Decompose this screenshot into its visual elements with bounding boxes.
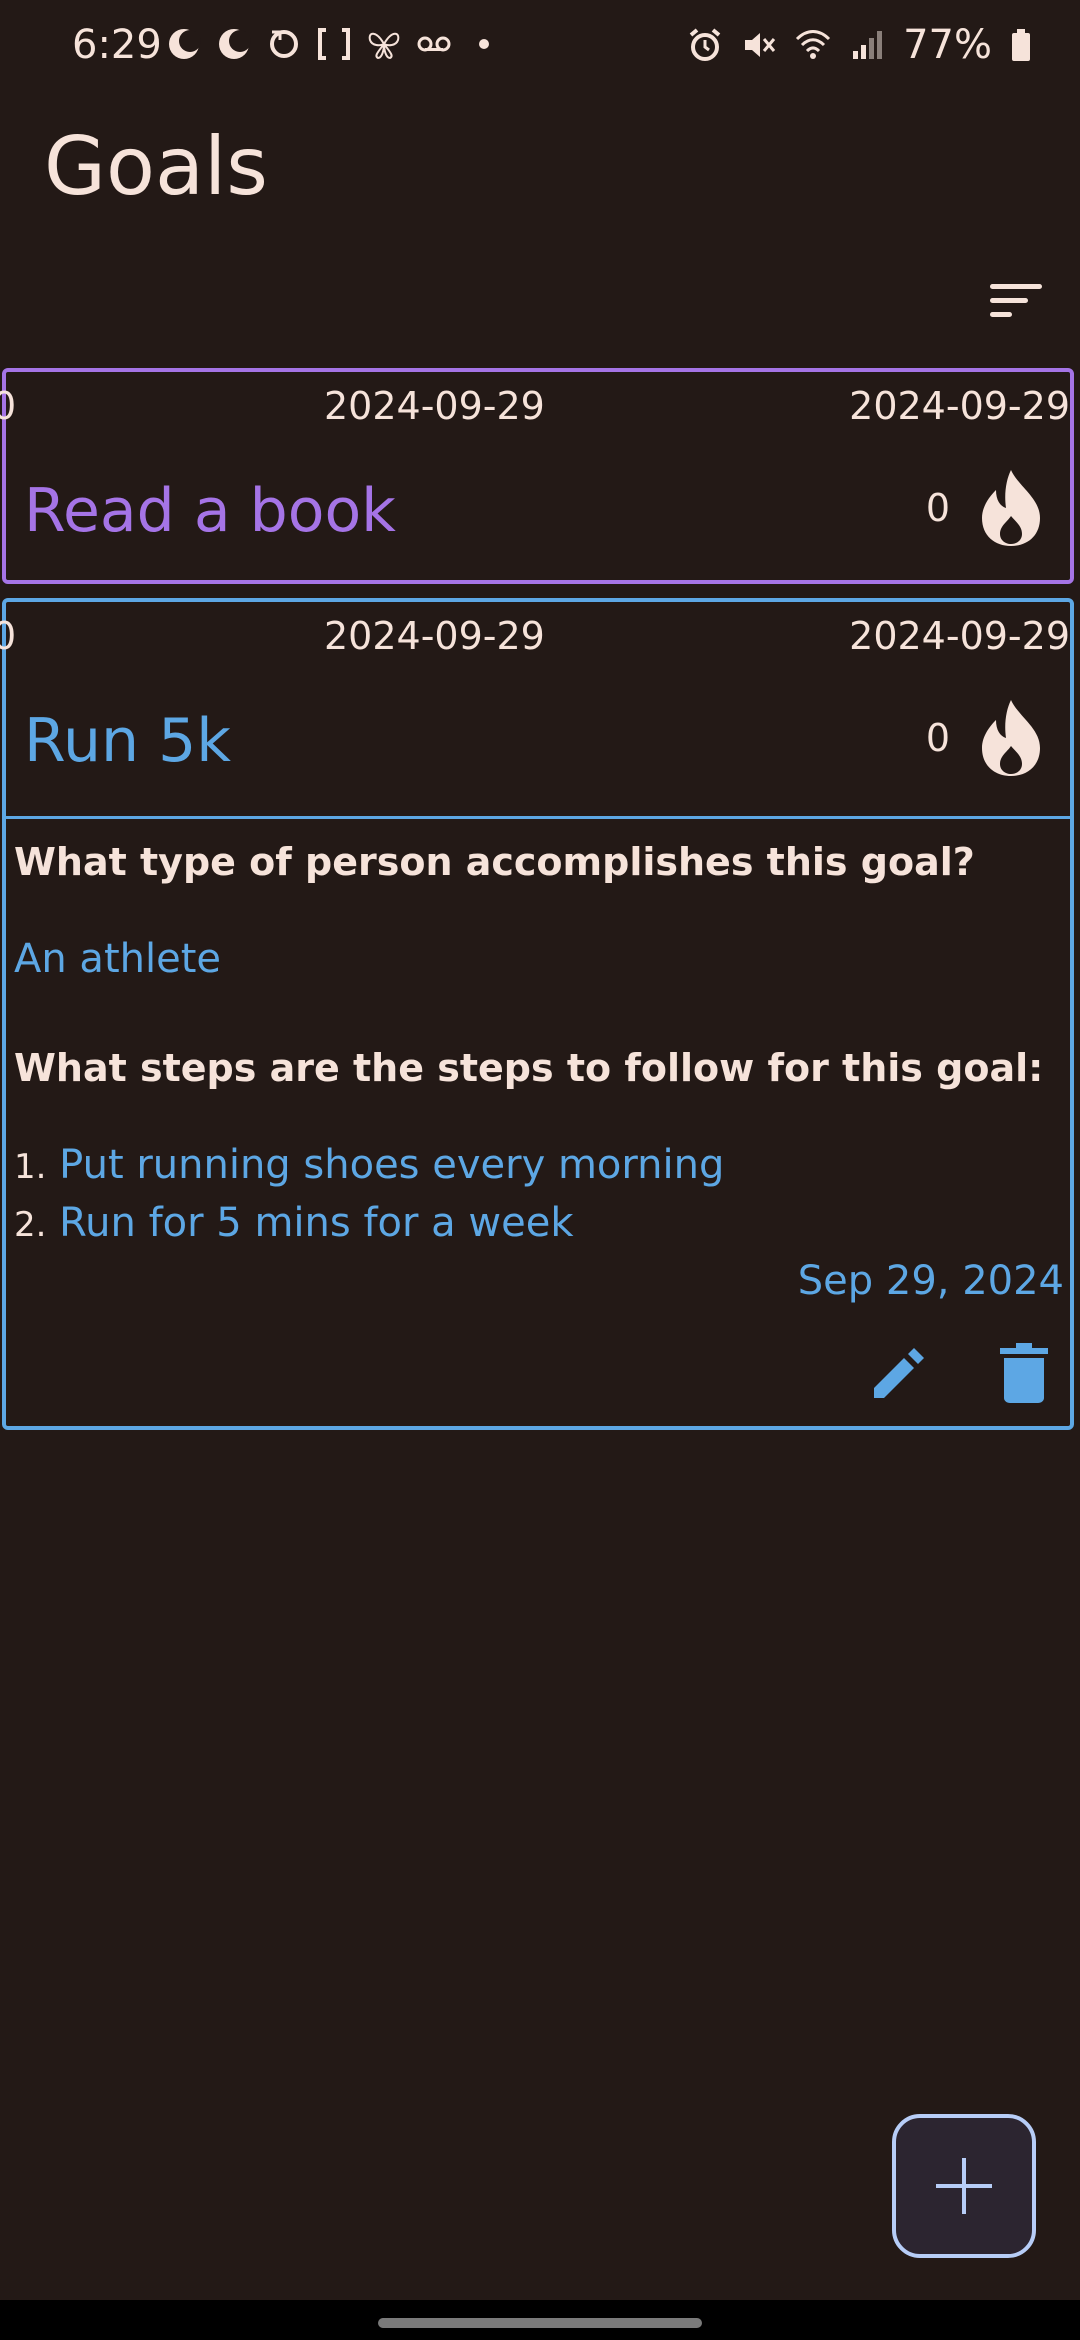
- page-title: Goals: [44, 120, 268, 213]
- goal-end-date: 2024-09-29: [849, 384, 1070, 428]
- system-icons: 77%: [687, 22, 1032, 68]
- status-bar: 6:29 77%: [0, 0, 1080, 96]
- step-number: 2.: [14, 1205, 47, 1245]
- goal-counter: 0: [0, 614, 17, 658]
- moon-icon: [169, 29, 201, 59]
- step-text: Run for 5 mins for a week: [59, 1200, 574, 1246]
- step-text: Put running shoes every morning: [59, 1142, 725, 1188]
- voicemail-icon: [417, 36, 451, 52]
- identity-question: What type of person accomplishes this go…: [14, 840, 975, 884]
- mute-icon: [745, 33, 776, 57]
- identity-answer: An athlete: [14, 936, 221, 982]
- sync-icon: [270, 30, 298, 58]
- streak-count: 0: [925, 486, 950, 530]
- streak-count: 0: [925, 716, 950, 760]
- goal-name: Run 5k: [24, 706, 232, 776]
- wifi-icon: [796, 30, 831, 59]
- steps-question: What steps are the steps to follow for t…: [14, 1046, 1044, 1090]
- add-goal-button[interactable]: [892, 2114, 1036, 2258]
- brackets-icon: [318, 28, 350, 60]
- goal-card-run-5k[interactable]: 0 2024-09-29 2024-09-29 Run 5k 0 What ty…: [0, 598, 1074, 1430]
- goal-counter: 0: [0, 384, 17, 428]
- trash-icon: [1000, 1343, 1048, 1403]
- flame-icon[interactable]: [978, 698, 1044, 778]
- notification-icons: [166, 26, 502, 62]
- sort-button[interactable]: [990, 284, 1042, 324]
- goal-end-date: 2024-09-29: [849, 614, 1070, 658]
- alarm-icon: [689, 28, 721, 61]
- moon-icon: [219, 29, 251, 59]
- step-item: 2. Run for 5 mins for a week: [14, 1200, 574, 1246]
- status-time: 6:29: [72, 22, 162, 68]
- goal-start-date: 2024-09-29: [324, 614, 545, 658]
- card-divider: [6, 816, 1070, 819]
- flame-icon[interactable]: [978, 468, 1044, 548]
- step-item: 1. Put running shoes every morning: [14, 1142, 724, 1188]
- navigation-bar: [0, 2300, 1080, 2340]
- sort-icon: [990, 284, 1042, 317]
- home-handle[interactable]: [378, 2318, 702, 2328]
- pencil-icon: [874, 1348, 924, 1398]
- delete-button[interactable]: [998, 1342, 1050, 1404]
- goal-name: Read a book: [24, 476, 396, 546]
- edit-button[interactable]: [870, 1344, 928, 1402]
- step-number: 1.: [14, 1147, 47, 1187]
- goal-dates: 0 2024-09-29 2024-09-29: [0, 614, 1070, 664]
- battery-percentage: 77%: [903, 22, 992, 68]
- signal-icon: [853, 31, 883, 59]
- butterfly-icon: [368, 32, 400, 60]
- created-date: Sep 29, 2024: [797, 1258, 1064, 1304]
- goal-card-read-a-book[interactable]: 0 2024-09-29 2024-09-29 Read a book 0: [0, 368, 1074, 584]
- dot-icon: [479, 39, 489, 49]
- goal-dates: 0 2024-09-29 2024-09-29: [0, 384, 1070, 434]
- battery-icon: [1012, 29, 1030, 61]
- goal-start-date: 2024-09-29: [324, 384, 545, 428]
